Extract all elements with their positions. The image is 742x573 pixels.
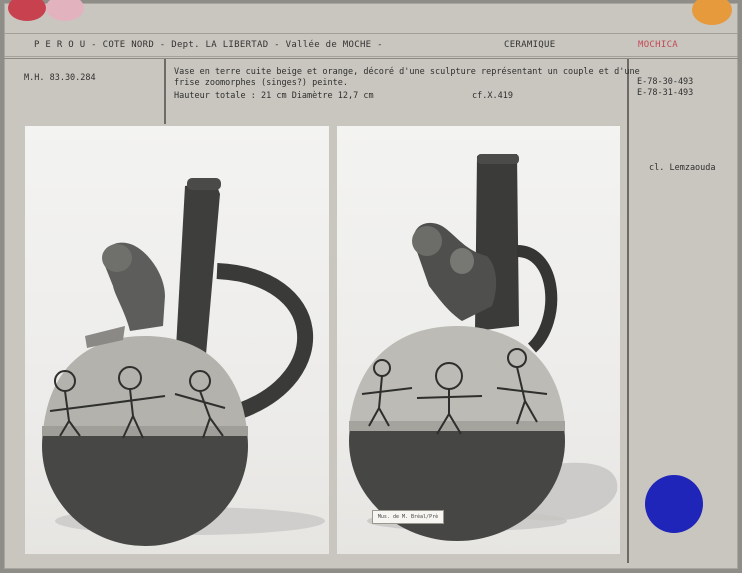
museum-label-tag: Mus. de M. Bréal/Prè [372,510,444,524]
inventory-number: M.H. 83.30.284 [24,73,96,83]
vessel-illustration-front [42,178,325,546]
cross-reference: cf.X.419 [472,91,513,101]
vessel-photo-front [25,126,329,554]
dimensions-text: Hauteur totale : 21 cm Diamètre 12,7 cm [174,91,374,101]
orange-color-dot [692,0,732,25]
header-divider [4,58,738,59]
left-column-divider [164,58,166,124]
pink-color-dot [46,0,84,21]
description-line-2: frise zoomorphes (singes?) peinte. [174,78,348,88]
description-line-1: Vase en terre cuite beige et orange, déc… [174,67,640,77]
header-band: P E R O U - COTE NORD - Dept. LA LIBERTA… [4,33,738,57]
negative-number-2: E-78-31-493 [637,88,694,98]
location-text: P E R O U - COTE NORD - Dept. LA LIBERTA… [34,40,383,50]
vessel-photo-angled: Mus. de M. Bréal/Prè [337,126,620,554]
vessel-illustration-angled [349,154,618,541]
catalog-card: P E R O U - COTE NORD - Dept. LA LIBERTA… [4,0,738,569]
photo-credit: cl. Lemzaouda [649,163,716,173]
blue-color-dot [645,475,703,533]
red-color-dot [8,0,46,21]
category-text: CERAMIQUE [504,40,556,50]
culture-text: MOCHICA [638,40,679,50]
negative-number-1: E-78-30-493 [637,77,694,87]
right-column-divider [627,58,629,563]
